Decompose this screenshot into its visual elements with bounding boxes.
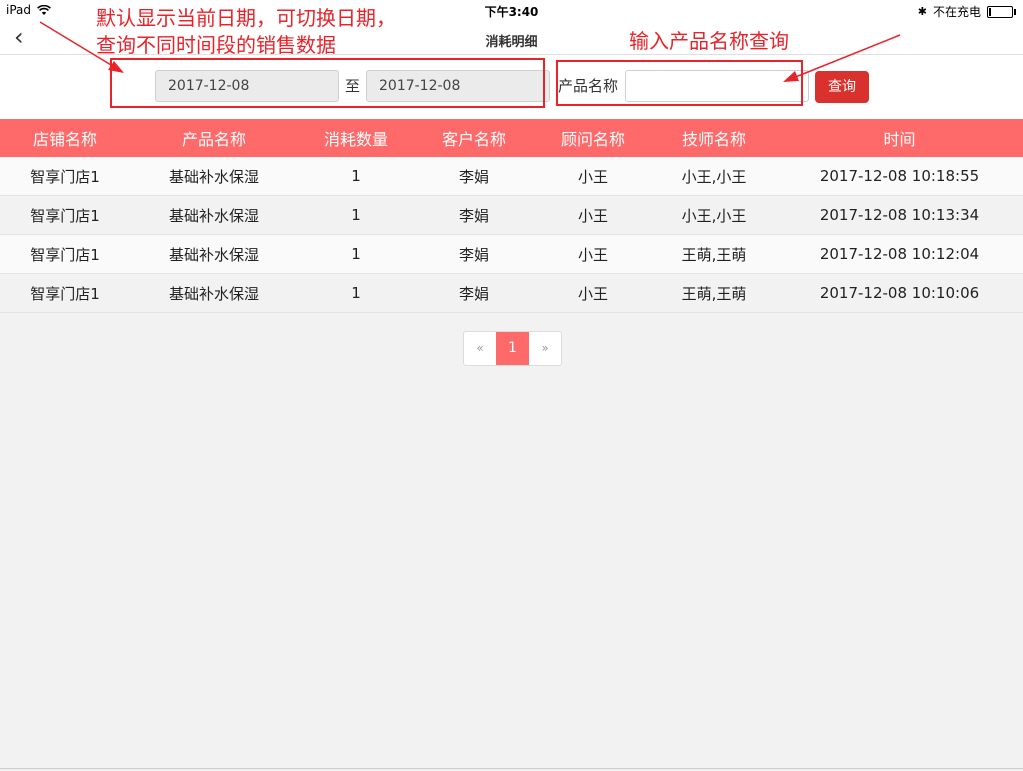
table-cell: 小王,小王 xyxy=(681,206,747,225)
column-header: 时间 xyxy=(883,130,916,149)
table-cell: 王萌,王萌 xyxy=(681,245,747,264)
column-header: 消耗数量 xyxy=(323,130,388,149)
bluetooth-icon: ✱ xyxy=(917,5,927,18)
column-header: 店铺名称 xyxy=(32,130,97,149)
table-cell: 李娟 xyxy=(458,245,489,264)
table-row[interactable]: 智享门店1 基础补水保湿 1 李娟 小王 王萌,王萌 2017-12-08 10… xyxy=(0,235,1023,274)
prev-page-button[interactable]: « xyxy=(464,332,496,365)
table-cell: 1 xyxy=(351,206,361,224)
next-page-button[interactable]: » xyxy=(529,332,561,365)
table-cell: 智享门店1 xyxy=(30,284,100,303)
table-row[interactable]: 智享门店1 基础补水保湿 1 李娟 小王 小王,小王 2017-12-08 10… xyxy=(0,157,1023,196)
table-cell: 基础补水保湿 xyxy=(168,167,259,186)
bottom-divider xyxy=(0,768,1023,769)
table-cell: 小王,小王 xyxy=(681,167,747,186)
column-header: 产品名称 xyxy=(181,130,246,149)
charging-status: 不在充电 xyxy=(932,5,981,19)
table-cell: 智享门店1 xyxy=(30,206,100,225)
consumption-table: 店铺名称 产品名称 消耗数量 客户名称 顾问名称 技师名称 时间 智享门店1 基… xyxy=(0,119,1023,313)
table-cell: 2017-12-08 10:13:34 xyxy=(819,206,980,224)
table-cell: 小王 xyxy=(577,167,608,186)
page-1-button[interactable]: 1 xyxy=(496,332,529,365)
date-annotation-line1: 默认显示当前日期，可切换日期， xyxy=(96,6,396,30)
pagination: « 1 » xyxy=(463,331,562,366)
column-header: 客户名称 xyxy=(441,130,506,149)
table-cell: 小王 xyxy=(577,284,608,303)
table-cell: 1 xyxy=(351,284,361,302)
table-cell: 智享门店1 xyxy=(30,167,100,186)
table-row[interactable]: 智享门店1 基础补水保湿 1 李娟 小王 小王,小王 2017-12-08 10… xyxy=(0,196,1023,235)
table-cell: 李娟 xyxy=(458,284,489,303)
product-annotation-box xyxy=(556,60,803,106)
date-range-annotation-box xyxy=(110,58,545,108)
date-annotation-line2: 查询不同时间段的销售数据 xyxy=(96,33,336,57)
table-cell: 基础补水保湿 xyxy=(168,245,259,264)
query-button[interactable]: 查询 xyxy=(815,71,869,103)
table-cell: 2017-12-08 10:10:06 xyxy=(819,284,980,302)
table-cell: 李娟 xyxy=(458,206,489,225)
table-cell: 2017-12-08 10:18:55 xyxy=(819,167,980,185)
table-header: 店铺名称 产品名称 消耗数量 客户名称 顾问名称 技师名称 时间 xyxy=(0,119,1023,157)
table-cell: 1 xyxy=(351,167,361,185)
status-right: ✱ 不在充电 xyxy=(917,3,1016,20)
table-cell: 王萌,王萌 xyxy=(681,284,747,303)
table-cell: 2017-12-08 10:12:04 xyxy=(819,245,980,263)
battery-icon xyxy=(987,5,1016,18)
table-cell: 1 xyxy=(351,245,361,263)
table-row[interactable]: 智享门店1 基础补水保湿 1 李娟 小王 王萌,王萌 2017-12-08 10… xyxy=(0,274,1023,313)
column-header: 顾问名称 xyxy=(560,130,625,149)
column-header: 技师名称 xyxy=(681,130,746,149)
table-cell: 基础补水保湿 xyxy=(168,206,259,225)
table-cell: 小王 xyxy=(577,245,608,264)
table-cell: 智享门店1 xyxy=(30,245,100,264)
table-cell: 基础补水保湿 xyxy=(168,284,259,303)
product-annotation-note: 输入产品名称查询 xyxy=(629,29,789,53)
table-cell: 李娟 xyxy=(458,167,489,186)
table-cell: 小王 xyxy=(577,206,608,225)
